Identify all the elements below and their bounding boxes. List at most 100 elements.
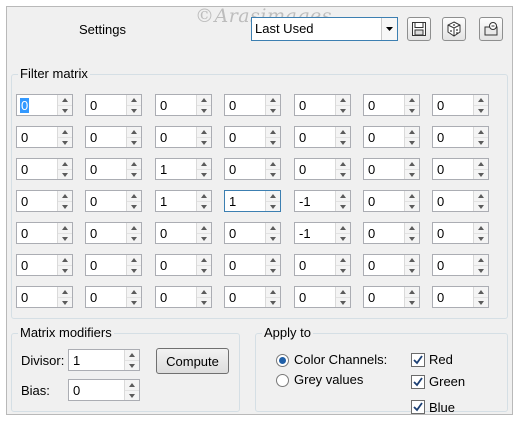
arrow-up-icon[interactable] <box>125 380 139 390</box>
arrow-down-icon[interactable] <box>197 169 211 179</box>
red-checkbox[interactable] <box>411 353 425 367</box>
matrix-cell-r6-c5[interactable]: 0 <box>294 254 351 276</box>
arrow-up-icon[interactable] <box>266 95 280 105</box>
matrix-cell-r2-c2[interactable]: 0 <box>85 126 142 148</box>
matrix-cell-r5-c6[interactable]: 0 <box>363 222 420 244</box>
matrix-cell-r7-c5[interactable]: 0 <box>294 286 351 308</box>
arrow-up-icon[interactable] <box>58 95 72 105</box>
arrow-up-icon[interactable] <box>197 223 211 233</box>
matrix-cell-r4-c3[interactable]: 1 <box>155 190 212 212</box>
arrow-up-icon[interactable] <box>127 287 141 297</box>
arrow-up-icon[interactable] <box>127 159 141 169</box>
arrow-down-icon[interactable] <box>405 105 419 115</box>
matrix-cell-r5-c3[interactable]: 0 <box>155 222 212 244</box>
matrix-cell-r7-c2[interactable]: 0 <box>85 286 142 308</box>
arrow-down-icon[interactable] <box>127 105 141 115</box>
matrix-cell-r4-c5[interactable]: -1 <box>294 190 351 212</box>
arrow-down-icon[interactable] <box>127 297 141 307</box>
arrow-down-icon[interactable] <box>58 137 72 147</box>
arrow-down-icon[interactable] <box>474 265 488 275</box>
arrow-up-icon[interactable] <box>474 287 488 297</box>
matrix-cell-r1-c5[interactable]: 0 <box>294 94 351 116</box>
arrow-down-icon[interactable] <box>197 201 211 211</box>
arrow-up-icon[interactable] <box>266 191 280 201</box>
arrow-down-icon[interactable] <box>336 297 350 307</box>
divisor-spinbox[interactable]: 1 <box>68 349 140 371</box>
arrow-down-icon[interactable] <box>127 137 141 147</box>
randomize-button[interactable] <box>442 17 466 41</box>
arrow-down-icon[interactable] <box>405 265 419 275</box>
arrow-down-icon[interactable] <box>474 233 488 243</box>
matrix-cell-r3-c7[interactable]: 0 <box>432 158 489 180</box>
arrow-down-icon[interactable] <box>127 201 141 211</box>
arrow-up-icon[interactable] <box>266 127 280 137</box>
arrow-up-icon[interactable] <box>474 95 488 105</box>
matrix-cell-r1-c3[interactable]: 0 <box>155 94 212 116</box>
arrow-down-icon[interactable] <box>405 201 419 211</box>
arrow-down-icon[interactable] <box>127 265 141 275</box>
arrow-up-icon[interactable] <box>336 95 350 105</box>
matrix-cell-r3-c3[interactable]: 1 <box>155 158 212 180</box>
matrix-cell-r7-c1[interactable]: 0 <box>16 286 73 308</box>
arrow-up-icon[interactable] <box>197 191 211 201</box>
arrow-up-icon[interactable] <box>58 287 72 297</box>
arrow-down-icon[interactable] <box>266 105 280 115</box>
grey-values-radio[interactable] <box>276 374 289 387</box>
arrow-down-icon[interactable] <box>58 169 72 179</box>
arrow-down-icon[interactable] <box>197 297 211 307</box>
color-channels-radio[interactable] <box>276 354 289 367</box>
matrix-cell-r7-c7[interactable]: 0 <box>432 286 489 308</box>
arrow-up-icon[interactable] <box>266 287 280 297</box>
arrow-up-icon[interactable] <box>127 191 141 201</box>
arrow-up-icon[interactable] <box>127 255 141 265</box>
arrow-up-icon[interactable] <box>474 159 488 169</box>
arrow-down-icon[interactable] <box>197 105 211 115</box>
matrix-cell-r7-c3[interactable]: 0 <box>155 286 212 308</box>
arrow-up-icon[interactable] <box>127 223 141 233</box>
matrix-cell-r2-c6[interactable]: 0 <box>363 126 420 148</box>
red-label[interactable]: Red <box>429 352 453 367</box>
grey-values-label[interactable]: Grey values <box>294 372 363 387</box>
arrow-up-icon[interactable] <box>405 255 419 265</box>
matrix-cell-r4-c7[interactable]: 0 <box>432 190 489 212</box>
reset-button[interactable] <box>479 17 503 41</box>
arrow-down-icon[interactable] <box>336 265 350 275</box>
arrow-down-icon[interactable] <box>405 169 419 179</box>
arrow-up-icon[interactable] <box>127 127 141 137</box>
matrix-cell-r5-c7[interactable]: 0 <box>432 222 489 244</box>
blue-checkbox[interactable] <box>411 400 425 414</box>
arrow-down-icon[interactable] <box>266 233 280 243</box>
matrix-cell-r6-c6[interactable]: 0 <box>363 254 420 276</box>
matrix-cell-r2-c3[interactable]: 0 <box>155 126 212 148</box>
arrow-up-icon[interactable] <box>336 159 350 169</box>
arrow-down-icon[interactable] <box>474 201 488 211</box>
green-checkbox[interactable] <box>411 375 425 389</box>
matrix-cell-r4-c4[interactable]: 1 <box>224 190 281 212</box>
arrow-up-icon[interactable] <box>58 159 72 169</box>
arrow-down-icon[interactable] <box>474 297 488 307</box>
matrix-cell-r5-c1[interactable]: 0 <box>16 222 73 244</box>
arrow-down-icon[interactable] <box>474 137 488 147</box>
save-preset-button[interactable] <box>407 17 431 41</box>
arrow-up-icon[interactable] <box>266 159 280 169</box>
matrix-cell-r6-c1[interactable]: 0 <box>16 254 73 276</box>
preset-dropdown[interactable]: Last Used <box>251 17 398 41</box>
matrix-cell-r4-c6[interactable]: 0 <box>363 190 420 212</box>
arrow-up-icon[interactable] <box>474 191 488 201</box>
arrow-down-icon[interactable] <box>197 265 211 275</box>
arrow-down-icon[interactable] <box>336 201 350 211</box>
arrow-up-icon[interactable] <box>336 287 350 297</box>
arrow-up-icon[interactable] <box>405 95 419 105</box>
arrow-up-icon[interactable] <box>405 223 419 233</box>
arrow-down-icon[interactable] <box>58 265 72 275</box>
arrow-down-icon[interactable] <box>266 137 280 147</box>
arrow-down-icon[interactable] <box>125 360 139 370</box>
arrow-up-icon[interactable] <box>197 127 211 137</box>
arrow-up-icon[interactable] <box>58 127 72 137</box>
arrow-up-icon[interactable] <box>58 191 72 201</box>
matrix-cell-r1-c1[interactable]: 0 <box>16 94 73 116</box>
arrow-up-icon[interactable] <box>197 95 211 105</box>
bias-spinbox[interactable]: 0 <box>68 379 140 401</box>
arrow-up-icon[interactable] <box>266 255 280 265</box>
arrow-up-icon[interactable] <box>336 191 350 201</box>
